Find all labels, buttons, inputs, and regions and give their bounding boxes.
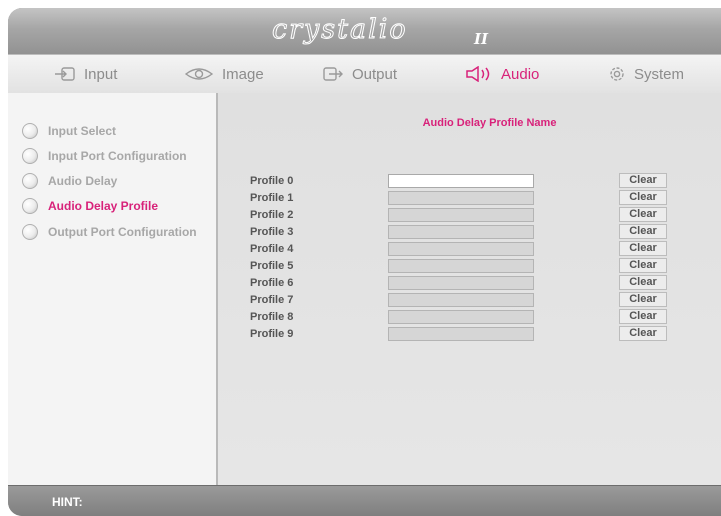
tab-audio-label: Audio [501, 65, 540, 83]
sidebar-item-label: Input Select [48, 124, 117, 138]
profile-row: Profile 1 Clear [218, 190, 721, 207]
profile-label: Profile 2 [250, 209, 294, 221]
radio-bullet-icon [22, 224, 38, 240]
profile-row: Profile 6 Clear [218, 275, 721, 292]
profile-name-input[interactable] [388, 225, 534, 239]
profile-row: Profile 5 Clear [218, 258, 721, 275]
sidebar-item-output-port-configuration[interactable]: Output Port Configuration [22, 224, 197, 240]
sidebar-item-label: Output Port Configuration [48, 225, 197, 239]
clear-button[interactable]: Clear [619, 207, 667, 222]
clear-button[interactable]: Clear [619, 173, 667, 188]
clear-button[interactable]: Clear [619, 309, 667, 324]
tab-system[interactable]: System [608, 55, 684, 93]
gear-icon [608, 65, 626, 83]
profile-name-input[interactable] [388, 327, 534, 341]
radio-bullet-icon [22, 198, 38, 214]
sidebar-item-audio-delay-profile[interactable]: Audio Delay Profile [22, 198, 158, 214]
brand-logo-suffix: II [474, 30, 489, 48]
tab-output-label: Output [352, 65, 398, 83]
radio-bullet-icon [22, 123, 38, 139]
clear-button[interactable]: Clear [619, 190, 667, 205]
clear-button[interactable]: Clear [619, 326, 667, 341]
profile-label: Profile 1 [250, 192, 294, 204]
profile-row: Profile 8 Clear [218, 309, 721, 326]
profile-label: Profile 7 [250, 294, 294, 306]
profile-name-input[interactable] [388, 259, 534, 273]
tab-input[interactable]: Input [54, 55, 117, 93]
profile-row: Profile 7 Clear [218, 292, 721, 309]
profile-name-input[interactable] [388, 242, 534, 256]
clear-button[interactable]: Clear [619, 258, 667, 273]
profile-label: Profile 4 [250, 243, 294, 255]
hint-bar: HINT: [8, 485, 721, 516]
sidebar-item-label: Audio Delay Profile [48, 199, 159, 213]
profile-name-input[interactable] [388, 191, 534, 205]
profile-row: Profile 2 Clear [218, 207, 721, 224]
main-nav-tabs: Input Image Output Audio System [8, 54, 721, 94]
brand-logo: crystalio [272, 14, 408, 46]
profile-name-input[interactable] [388, 276, 534, 290]
tab-input-label: Input [84, 65, 118, 83]
clear-button[interactable]: Clear [619, 275, 667, 290]
profile-label: Profile 0 [250, 175, 294, 187]
tab-output[interactable]: Output [322, 55, 397, 93]
profile-label: Profile 9 [250, 328, 294, 340]
tab-image-label: Image [222, 65, 264, 83]
clear-button[interactable]: Clear [619, 224, 667, 239]
tab-audio[interactable]: Audio [465, 55, 539, 93]
profile-row: Profile 9 Clear [218, 326, 721, 343]
sidebar-item-label: Audio Delay [48, 174, 118, 188]
profile-row: Profile 3 Clear [218, 224, 721, 241]
sidebar-item-audio-delay[interactable]: Audio Delay [22, 173, 117, 189]
profile-name-input[interactable] [388, 208, 534, 222]
sidebar-item-input-port-configuration[interactable]: Input Port Configuration [22, 148, 187, 164]
profile-label: Profile 8 [250, 311, 294, 323]
hint-label: HINT: [52, 495, 83, 509]
profile-label: Profile 5 [250, 260, 294, 272]
clear-button[interactable]: Clear [619, 241, 667, 256]
sidebar-item-label: Input Port Configuration [48, 149, 187, 163]
clear-button[interactable]: Clear [619, 292, 667, 307]
tab-system-label: System [634, 65, 685, 83]
header-bar: crystalio II [8, 8, 721, 54]
input-icon [54, 66, 76, 82]
radio-bullet-icon [22, 173, 38, 189]
profile-name-input[interactable] [388, 174, 534, 188]
eye-icon [184, 66, 214, 82]
main-panel: Audio Delay Profile Name Profile 0 Clear… [218, 93, 721, 485]
profile-name-input[interactable] [388, 310, 534, 324]
output-icon [322, 66, 344, 82]
profile-row: Profile 0 Clear [218, 173, 721, 190]
page-title: Audio Delay Profile Name [422, 117, 557, 129]
tab-image[interactable]: Image [184, 55, 264, 93]
sidebar: Input Select Input Port Configuration Au… [8, 93, 218, 485]
profile-row: Profile 4 Clear [218, 241, 721, 258]
profile-label: Profile 3 [250, 226, 294, 238]
radio-bullet-icon [22, 148, 38, 164]
profile-label: Profile 6 [250, 277, 294, 289]
sidebar-item-input-select[interactable]: Input Select [22, 123, 116, 139]
app-window: crystalio II Input Image Output Audio Sy… [8, 8, 721, 516]
speaker-icon [465, 66, 493, 82]
profile-name-input[interactable] [388, 293, 534, 307]
